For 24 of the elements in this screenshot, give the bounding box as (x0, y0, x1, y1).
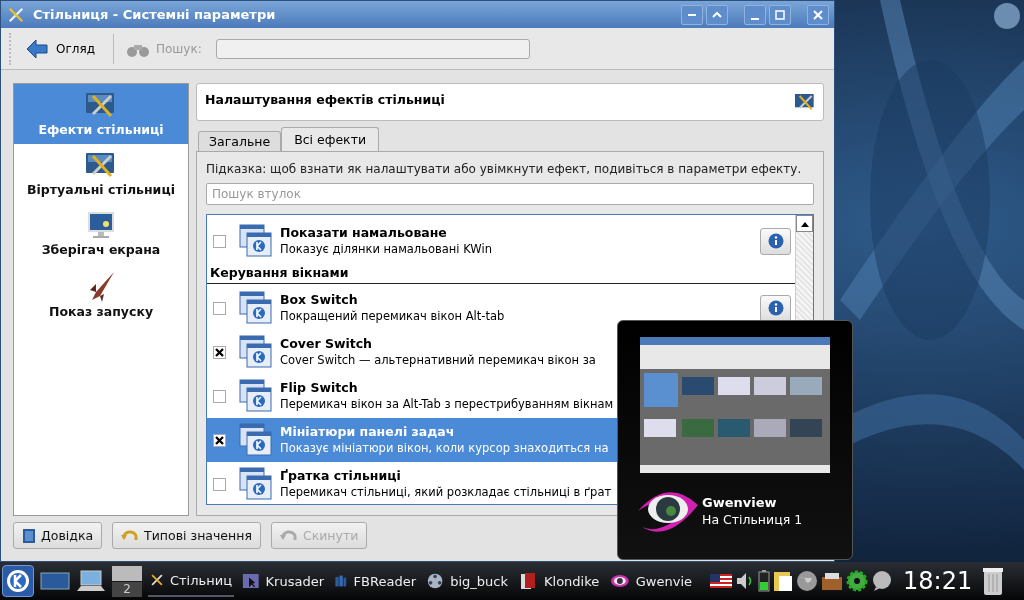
cursor-window-icon (242, 571, 260, 591)
task-button[interactable]: FBReader (332, 565, 418, 597)
globe-icon[interactable] (796, 570, 818, 592)
desktop-icon[interactable] (40, 570, 70, 592)
task-button[interactable]: Klondike (516, 565, 602, 597)
battery-icon[interactable] (758, 570, 770, 592)
wallet-icon[interactable] (821, 571, 843, 591)
cards-icon (518, 571, 538, 591)
task-button[interactable]: Gwenvie (608, 565, 694, 597)
eye-icon (610, 573, 630, 589)
app-launcher-button[interactable] (2, 565, 34, 597)
chat-bubble-icon[interactable] (871, 570, 893, 592)
task-button[interactable]: Стільниц (148, 565, 234, 597)
desktop-pager-cell[interactable]: 2 (112, 581, 142, 597)
clipboard-icon[interactable] (773, 570, 793, 592)
task-button[interactable]: big_buck (424, 565, 510, 597)
clock[interactable]: 18:21 (903, 567, 973, 595)
film-reel-icon (426, 571, 445, 591)
desktop-pager-cell[interactable] (112, 565, 142, 581)
trash-icon[interactable] (982, 566, 1005, 596)
laptop-icon[interactable] (76, 569, 106, 593)
gear-icon[interactable] (846, 570, 868, 592)
task-button[interactable]: Krusader (240, 565, 326, 597)
flag-icon[interactable] (710, 574, 732, 588)
